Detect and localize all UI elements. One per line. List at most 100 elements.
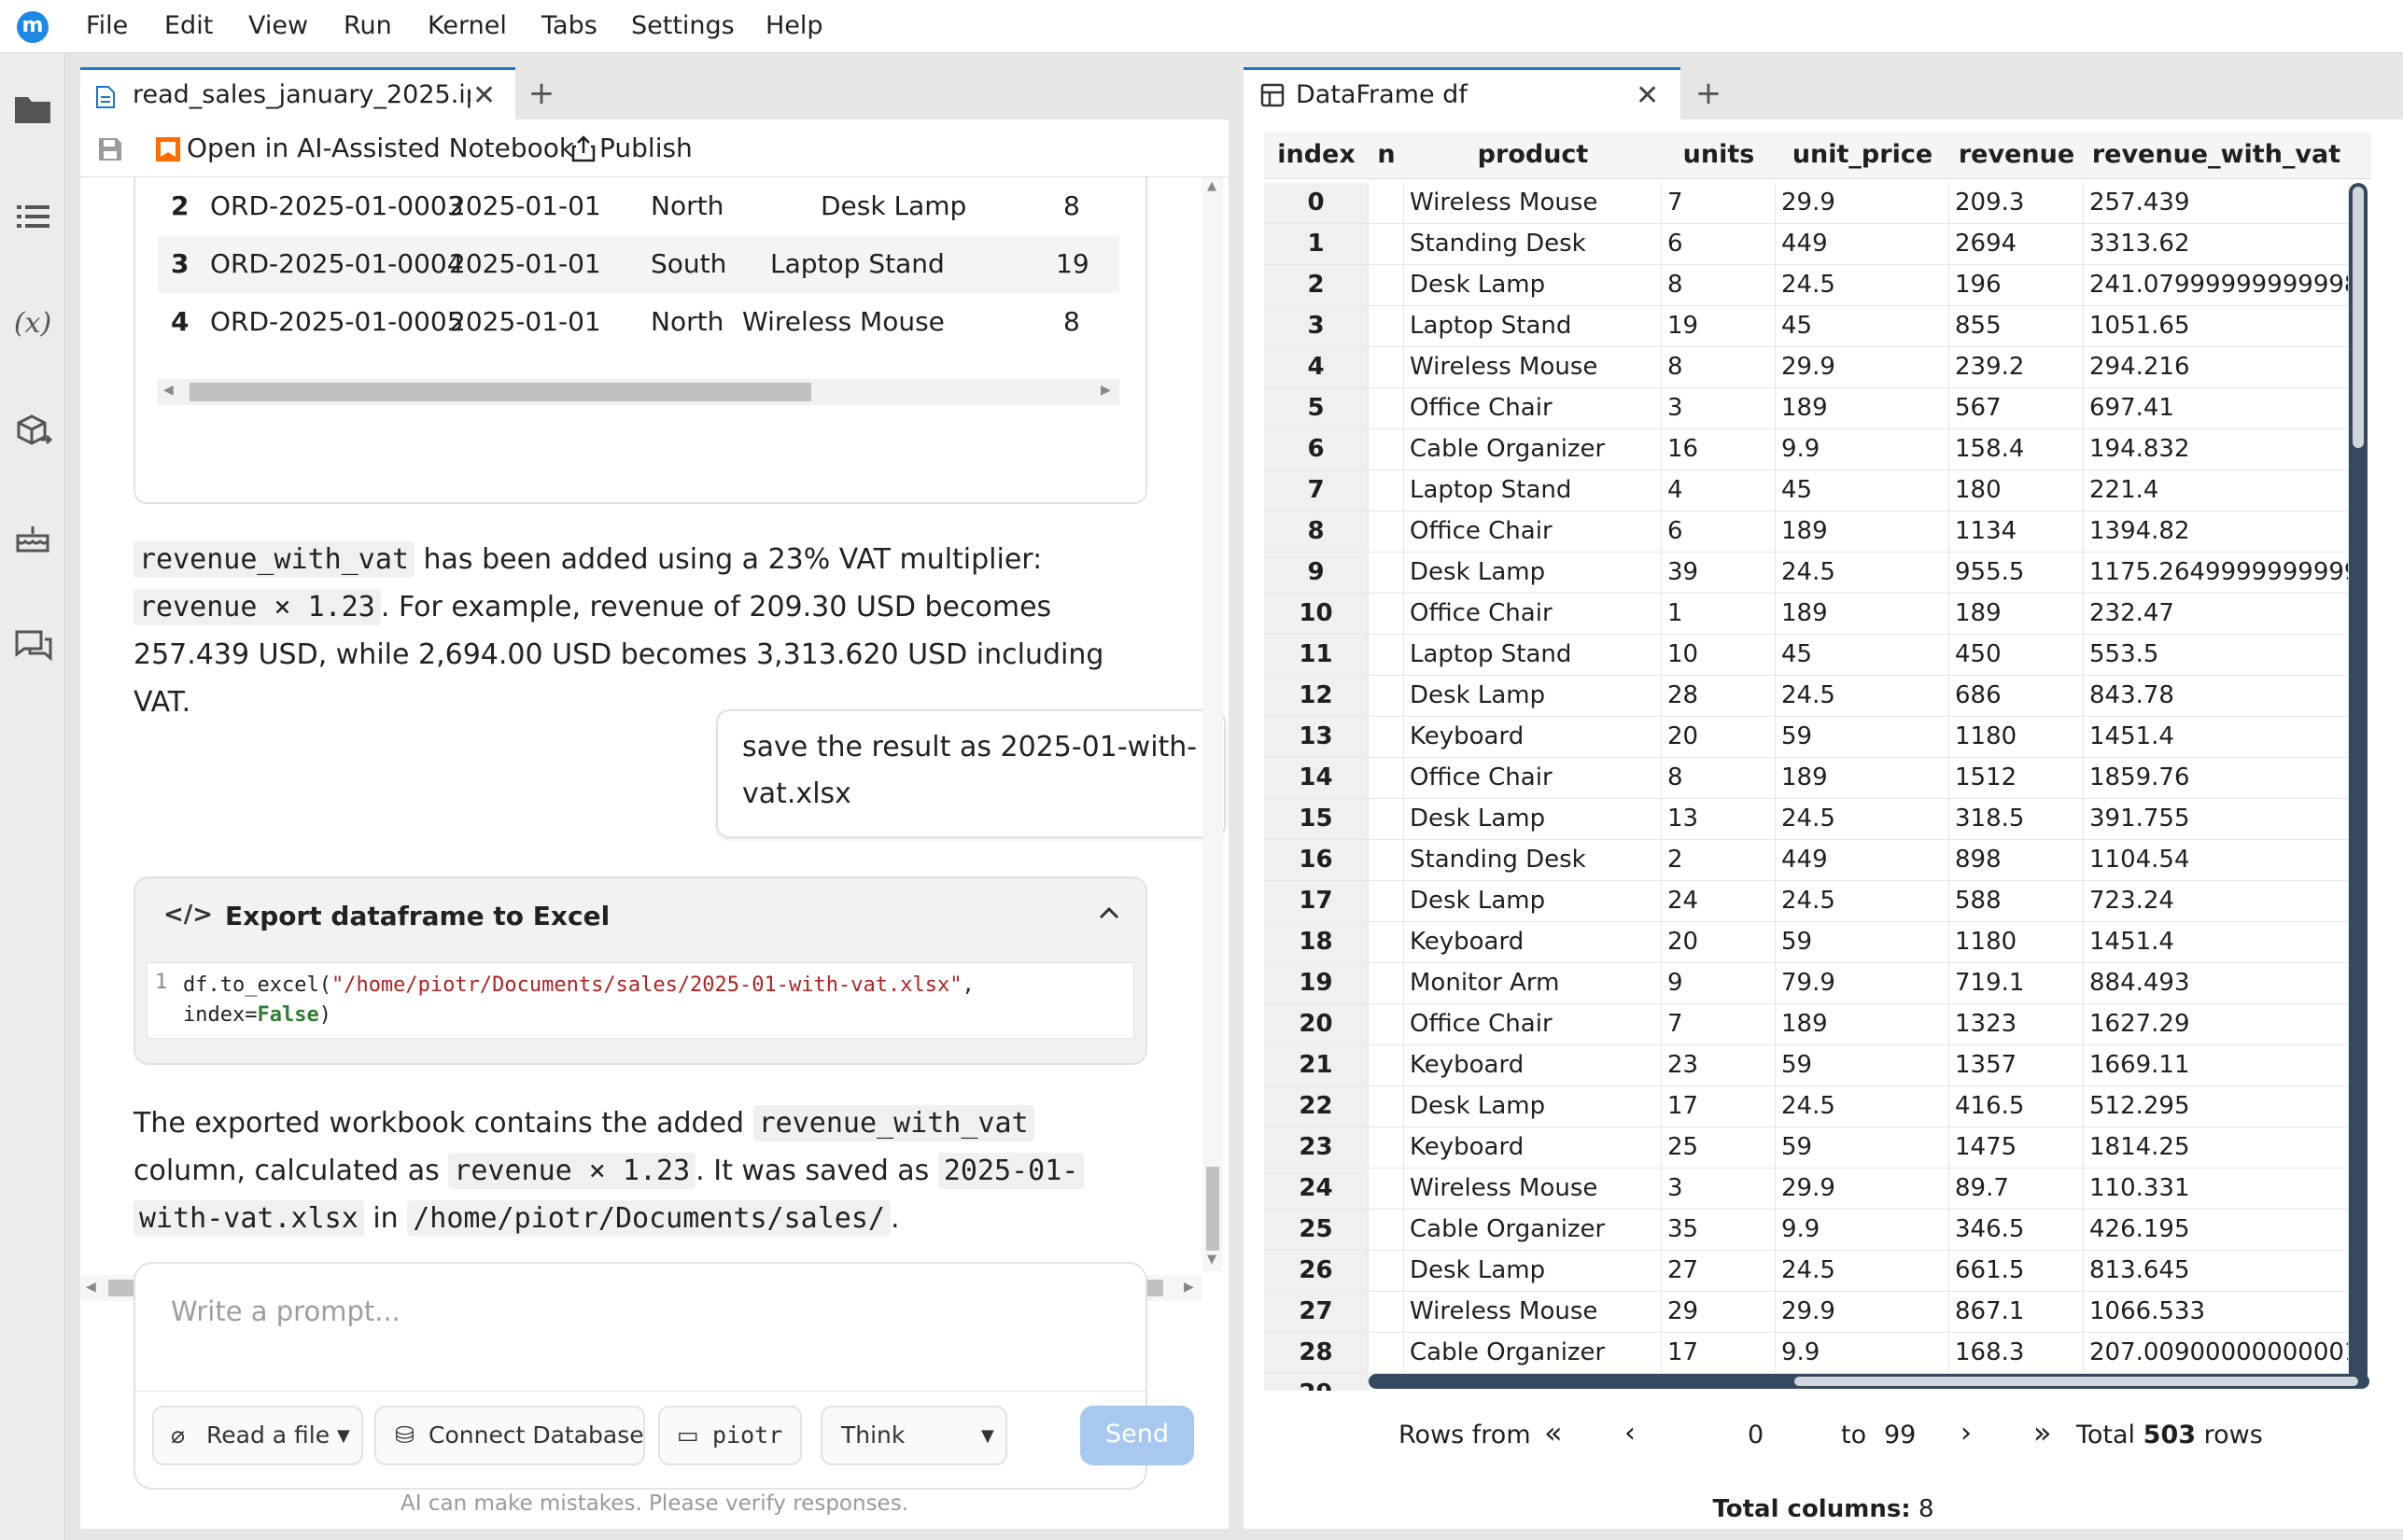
next-page-button[interactable]: › [1960,1417,1972,1449]
cake-icon[interactable] [9,515,56,562]
menu-file[interactable]: File [86,11,128,40]
scroll-left-icon[interactable]: ◀ [86,1280,96,1295]
table-row: 26 Desk Lamp 27 24.5 661.5 813.645 [1264,1251,2371,1292]
cell-product: Cable Organizer [1404,1210,1662,1251]
cell-n [1369,1169,1404,1210]
row-index: 23 [1264,1127,1369,1169]
save-icon[interactable] [97,136,123,166]
scroll-down-icon[interactable]: ▼ [1207,1253,1216,1267]
table-horizontal-scrollbar[interactable] [1369,1374,2369,1389]
cell-units: 9 [1662,963,1776,1004]
scroll-right-icon[interactable]: ▶ [1101,383,1111,398]
row-index: 1 [1264,224,1369,265]
first-page-button[interactable]: « [1544,1415,1563,1450]
row-index: 9 [1264,553,1369,594]
column-header-units[interactable]: units [1662,133,1776,179]
output-table-scrollbar[interactable]: ◀ ▶ [158,379,1119,405]
cell-units: 13 [1662,799,1776,840]
menu-kernel[interactable]: Kernel [428,11,507,40]
column-header-unit_price[interactable]: unit_price [1776,133,1949,179]
rows-from-input[interactable]: 0 [1748,1421,1764,1449]
tab-notebook[interactable]: read_sales_january_2025.ipynb ✕ [80,67,515,119]
prompt-input[interactable]: Write a prompt... [171,1295,400,1327]
column-header-index[interactable]: index [1264,133,1369,179]
cell-revenue_with_vat: 884.493 [2084,963,2349,1004]
cell-n [1369,183,1404,224]
scrollbar-thumb[interactable] [2353,187,2364,448]
cell-units: 8 [1662,758,1776,799]
cell-n [1369,758,1404,799]
cell-unit_price: 24.5 [1776,799,1949,840]
cell-product: Keyboard [1404,717,1662,758]
row-index: 2 [171,190,190,221]
cell-n [1369,429,1404,470]
scrollbar-thumb[interactable] [190,383,811,401]
scrollbar-thumb[interactable] [1794,1377,2358,1386]
cell-revenue: 567 [1949,388,2084,429]
rows-to-input[interactable]: 99 [1884,1421,1916,1449]
list-icon[interactable] [9,193,56,240]
scrollbar-thumb[interactable] [1206,1167,1219,1251]
menu-view[interactable]: View [248,11,308,40]
rows-from-label: Rows from [1398,1421,1531,1449]
menu-tabs[interactable]: Tabs [541,11,597,40]
menu-run[interactable]: Run [344,11,392,40]
column-header-revenue_with_vat[interactable]: revenue_with_vat [2084,133,2349,179]
scroll-up-icon[interactable]: ▲ [1207,179,1216,193]
open-ai-notebook-button[interactable]: Open in AI-Assisted Notebook [187,133,574,163]
table-vertical-scrollbar[interactable] [2349,183,2368,1383]
table-row: 12 Desk Lamp 28 24.5 686 843.78 [1264,676,2371,717]
close-icon[interactable]: ✕ [472,79,496,112]
message-text: . It was saved as [696,1155,938,1187]
mode-select[interactable]: Think ▼ [821,1406,1007,1465]
tab-dataframe[interactable]: DataFrame df ✕ [1244,67,1680,119]
cell-product: Cable Organizer [1404,1333,1662,1374]
cell-product: Desk Lamp [1404,799,1662,840]
connect-database-button[interactable]: ⛁ Connect Database [374,1406,645,1465]
column-header-revenue[interactable]: revenue [1949,133,2084,179]
cell-units: 20 [1662,922,1776,963]
chevron-up-icon[interactable] [1097,901,1121,929]
column-header-product[interactable]: product [1404,133,1662,179]
close-icon[interactable]: ✕ [1636,79,1659,112]
cell-units: 17 [1662,1086,1776,1127]
row-index: 6 [1264,429,1369,470]
variable-icon[interactable]: (x) [9,301,56,347]
cell-unit_price: 9.9 [1776,1333,1949,1374]
publish-button[interactable]: Publish [599,133,693,163]
cell-units: 35 [1662,1210,1776,1251]
publish-icon [571,134,596,166]
cell-n [1369,265,1404,306]
send-button[interactable]: Send [1080,1406,1194,1465]
notebook-vertical-scrollbar[interactable]: ▲ ▼ [1202,177,1223,1271]
directory-button[interactable]: ▭ piotr [658,1406,802,1465]
menu-settings[interactable]: Settings [631,11,735,40]
folder-icon[interactable] [9,86,56,133]
cell-unit_price: 29.9 [1776,1292,1949,1333]
cell-unit_price: 24.5 [1776,553,1949,594]
cell-revenue: 686 [1949,676,2084,717]
new-tab-button[interactable]: + [519,73,564,116]
last-page-button[interactable]: » [2033,1415,2052,1450]
row-index: 14 [1264,758,1369,799]
scroll-left-icon[interactable]: ◀ [163,383,174,398]
message-text: . For example, revenue of 209.30 USD bec… [380,591,1052,623]
table-icon [1260,83,1285,111]
cell-revenue: 898 [1949,840,2084,881]
column-header-n[interactable]: n [1369,133,1404,179]
tab-notebook-title: read_sales_january_2025.ipynb [133,80,471,109]
cell-n [1369,676,1404,717]
notebook-toolbar: Open in AI-Assisted Notebook Publish [80,119,1229,177]
cell-n [1369,470,1404,511]
cell-product: Keyboard [1404,922,1662,963]
prev-page-button[interactable]: ‹ [1624,1417,1636,1449]
menu-help[interactable]: Help [766,11,823,40]
scroll-right-icon[interactable]: ▶ [1184,1280,1194,1295]
read-file-button[interactable]: ⌀ Read a file ▼ [152,1406,363,1465]
new-tab-button[interactable]: + [1686,73,1731,116]
cell-unit_price: 189 [1776,388,1949,429]
package-icon[interactable] [9,408,56,455]
folder-icon: ▭ [677,1421,699,1449]
menu-edit[interactable]: Edit [164,11,213,40]
chat-icon[interactable] [9,623,56,669]
